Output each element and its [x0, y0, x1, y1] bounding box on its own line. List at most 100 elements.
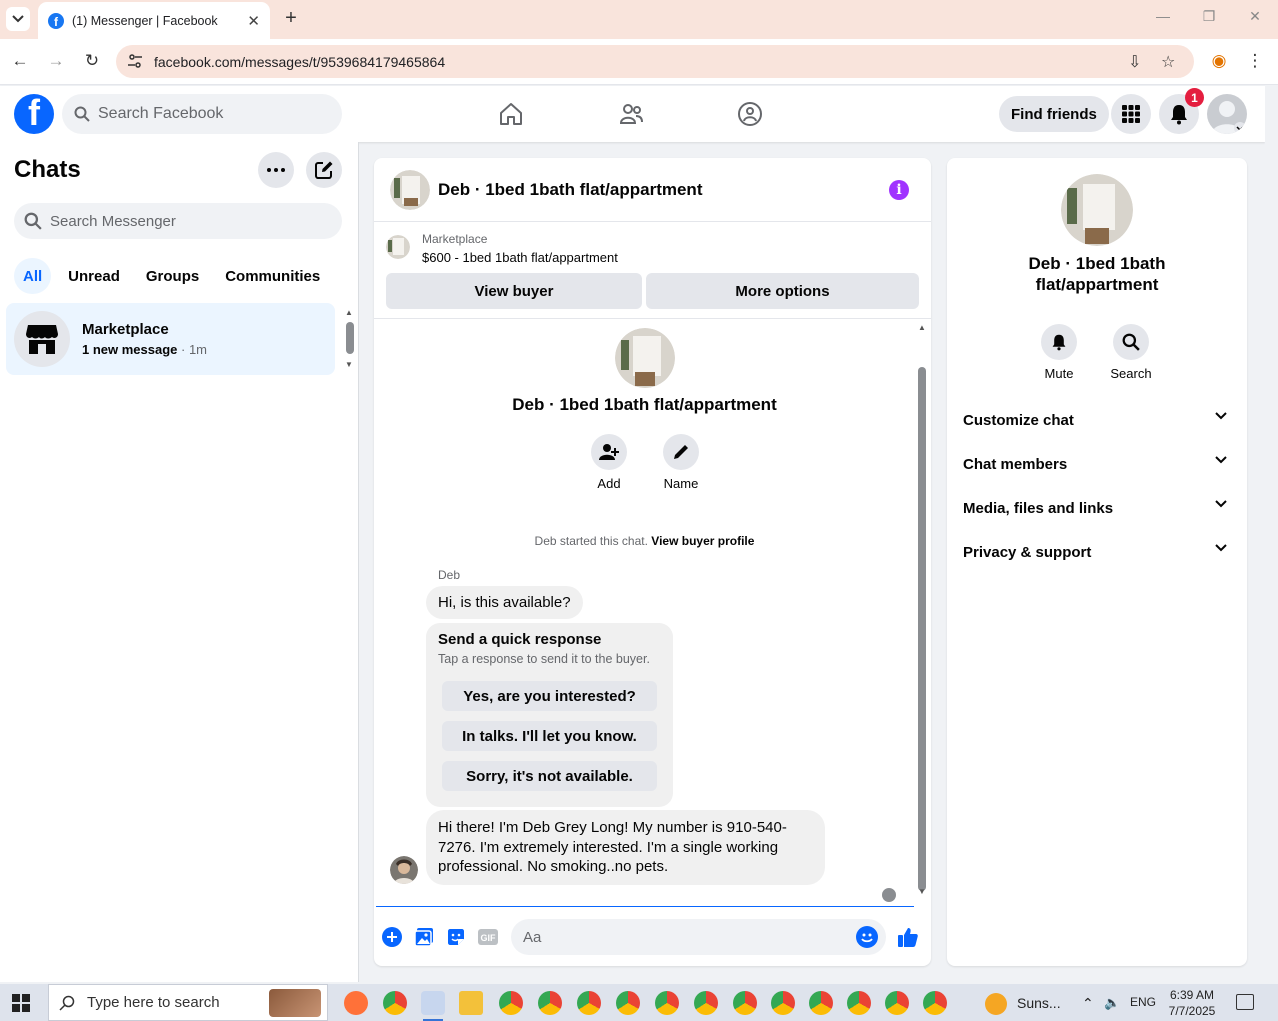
firefox-icon[interactable]: [344, 991, 368, 1015]
close-window-icon[interactable]: ✕: [1245, 8, 1265, 25]
minimize-icon[interactable]: —: [1153, 8, 1173, 24]
file-explorer-icon[interactable]: [459, 991, 483, 1015]
bell-icon[interactable]: [1041, 324, 1077, 360]
section-media-files-links[interactable]: Media, files and links: [963, 486, 1235, 530]
section-chat-members[interactable]: Chat members: [963, 442, 1235, 486]
thread-scroll-thumb[interactable]: [918, 367, 926, 891]
weather-icon[interactable]: [985, 993, 1007, 1015]
more-actions-plus-icon[interactable]: [381, 926, 403, 948]
tab-close-icon[interactable]: ✕: [247, 12, 260, 30]
section-privacy-support[interactable]: Privacy & support: [963, 530, 1235, 574]
search-icon: [59, 995, 75, 1011]
filter-tab-communities[interactable]: Communities: [216, 258, 329, 294]
search-icon[interactable]: [1113, 324, 1149, 360]
section-customize-chat[interactable]: Customize chat: [963, 398, 1235, 442]
view-buyer-button[interactable]: View buyer: [386, 273, 642, 309]
add-action[interactable]: Add: [579, 434, 639, 491]
home-icon[interactable]: [495, 98, 527, 130]
chrome-profile-icon[interactable]: [923, 991, 947, 1015]
quick-response-yes-button[interactable]: Yes, are you interested?: [442, 681, 657, 711]
active-app-icon[interactable]: [421, 991, 445, 1021]
account-avatar[interactable]: [1207, 94, 1247, 134]
details-profile-photo[interactable]: [1061, 174, 1133, 246]
forward-icon[interactable]: →: [45, 50, 67, 72]
menu-grid-icon[interactable]: [1111, 94, 1151, 134]
facebook-search-input[interactable]: Search Facebook: [62, 94, 342, 134]
scroll-up-arrow-icon[interactable]: ▲: [345, 308, 353, 317]
quick-response-not-available-button[interactable]: Sorry, it's not available.: [442, 761, 657, 791]
groups-icon[interactable]: [734, 98, 766, 130]
page-scrollbar[interactable]: [1265, 86, 1278, 982]
chrome-profile-icon[interactable]: [655, 991, 679, 1015]
chrome-profile-icon[interactable]: [577, 991, 601, 1015]
chat-options-icon[interactable]: [258, 152, 294, 188]
windows-start-icon[interactable]: [12, 994, 30, 1012]
thread-scroll-down-icon[interactable]: ▼: [918, 887, 926, 896]
facebook-logo-icon[interactable]: f: [14, 94, 54, 134]
name-action[interactable]: Name: [651, 434, 711, 491]
taskbar-clock[interactable]: 6:39 AM 7/7/2025: [1160, 987, 1224, 1019]
mute-action[interactable]: Mute: [1029, 324, 1089, 381]
restore-icon[interactable]: ❐: [1199, 8, 1219, 25]
chrome-profile-icon[interactable]: [809, 991, 833, 1015]
find-friends-button[interactable]: Find friends: [999, 96, 1109, 132]
notification-center-icon[interactable]: [1236, 994, 1254, 1010]
browser-tab[interactable]: f (1) Messenger | Facebook ✕: [38, 2, 270, 39]
emoji-icon[interactable]: [856, 926, 878, 948]
messenger-search-input[interactable]: Search Messenger: [14, 203, 342, 239]
sticker-icon[interactable]: [445, 926, 467, 948]
chat-list-item[interactable]: Marketplace 1 new message · 1m: [6, 303, 335, 375]
thread-scrollbar[interactable]: ▲ ▼: [915, 323, 929, 897]
chrome-profile-icon[interactable]: [694, 991, 718, 1015]
filter-tab-all[interactable]: All: [14, 258, 52, 294]
chrome-profile-icon[interactable]: [847, 991, 871, 1015]
back-icon[interactable]: ←: [9, 50, 31, 72]
taskbar-search-input[interactable]: Type here to search: [48, 984, 328, 1021]
conversation-info-icon[interactable]: i: [889, 180, 909, 200]
pencil-icon[interactable]: [663, 434, 699, 470]
tab-list-button[interactable]: [6, 7, 30, 31]
view-buyer-profile-link[interactable]: View buyer profile: [651, 534, 754, 548]
reload-icon[interactable]: ↻: [81, 50, 103, 72]
listing-photo[interactable]: [390, 170, 430, 210]
chrome-profile-icon[interactable]: [771, 991, 795, 1015]
listing-title[interactable]: $600 - 1bed 1bath flat/appartment: [422, 250, 618, 265]
conversation-profile-photo[interactable]: [615, 328, 675, 388]
sender-avatar[interactable]: [390, 856, 418, 884]
browser-menu-icon[interactable]: ⋮: [1244, 50, 1266, 72]
gif-icon[interactable]: GIF: [477, 926, 499, 948]
language-indicator[interactable]: ENG: [1130, 995, 1156, 1009]
listing-thumbnail[interactable]: [386, 235, 410, 259]
chrome-profile-icon[interactable]: [538, 991, 562, 1015]
volume-icon[interactable]: 🔈: [1104, 995, 1120, 1011]
chrome-icon[interactable]: [383, 991, 407, 1015]
message-bubble[interactable]: Hi there! I'm Deb Grey Long! My number i…: [426, 810, 825, 885]
bookmark-star-icon[interactable]: ☆: [1161, 52, 1175, 72]
chat-list-scrollbar[interactable]: [346, 322, 354, 354]
more-options-button[interactable]: More options: [646, 273, 919, 309]
chrome-profile-icon[interactable]: [733, 991, 757, 1015]
friends-icon[interactable]: [615, 98, 647, 130]
add-person-icon[interactable]: [591, 434, 627, 470]
filter-tab-unread[interactable]: Unread: [59, 258, 129, 294]
filter-tab-groups[interactable]: Groups: [137, 258, 208, 294]
scroll-down-arrow-icon[interactable]: ▼: [345, 360, 353, 369]
message-input[interactable]: Aa: [511, 919, 886, 955]
tray-overflow-icon[interactable]: ⌃: [1082, 995, 1094, 1012]
new-tab-button[interactable]: +: [280, 7, 302, 29]
profile-icon[interactable]: ◉: [1208, 50, 1230, 72]
attach-photo-icon[interactable]: [413, 926, 435, 948]
weather-text[interactable]: Suns...: [1017, 995, 1061, 1011]
like-thumbs-up-icon[interactable]: [897, 926, 919, 948]
chrome-profile-icon[interactable]: [885, 991, 909, 1015]
site-settings-icon[interactable]: [127, 53, 143, 69]
address-bar[interactable]: facebook.com/messages/t/9539684179465864…: [116, 45, 1194, 78]
install-app-icon[interactable]: ⇩: [1128, 52, 1141, 72]
new-message-icon[interactable]: [306, 152, 342, 188]
search-action[interactable]: Search: [1101, 324, 1161, 381]
thread-scroll-up-icon[interactable]: ▲: [918, 323, 926, 332]
chrome-profile-icon[interactable]: [616, 991, 640, 1015]
message-bubble[interactable]: Hi, is this available?: [426, 586, 583, 619]
quick-response-in-talks-button[interactable]: In talks. I'll let you know.: [442, 721, 657, 751]
chrome-profile-icon[interactable]: [499, 991, 523, 1015]
